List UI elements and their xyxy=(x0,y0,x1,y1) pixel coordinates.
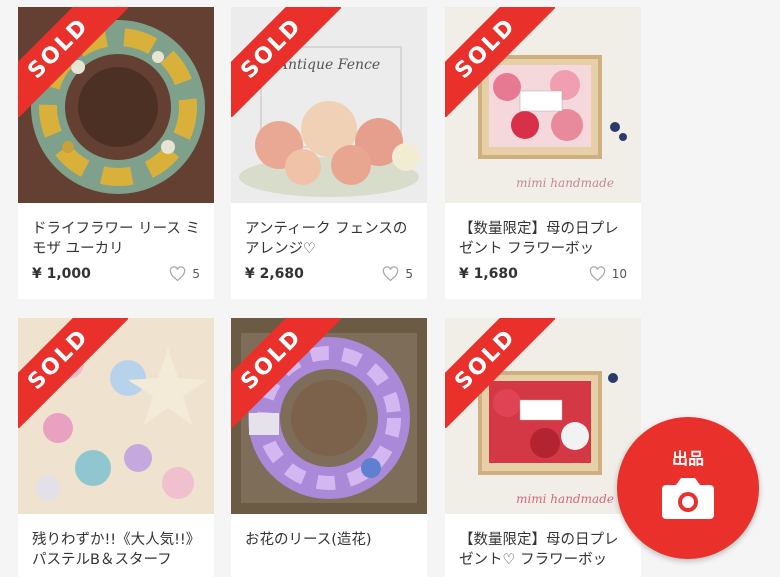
image-caption: mimi handmade xyxy=(516,176,614,190)
product-card[interactable]: SOLD ドライフラワー リース ミモザ ユーカリ ¥ 1,000 5 xyxy=(18,7,214,299)
product-card[interactable]: mimi handmade SOLD 【数量限定】母の日プレゼント♡ フラワーボ… xyxy=(445,318,641,577)
like-count[interactable]: 10 xyxy=(589,266,627,282)
product-image[interactable]: mimi handmade xyxy=(445,318,641,514)
product-image[interactable]: mimi handmade xyxy=(445,7,641,203)
like-count-value: 5 xyxy=(192,267,200,281)
product-price: ¥ 1,680 xyxy=(459,266,518,282)
image-caption: Antique Fence xyxy=(276,57,380,73)
product-image[interactable] xyxy=(231,318,427,514)
product-image[interactable]: Antique Fence xyxy=(231,7,427,203)
product-title[interactable]: お花のリース(造花) xyxy=(245,530,417,550)
product-title[interactable]: アンティーク フェンスのアレンジ♡ xyxy=(245,219,417,259)
product-title[interactable]: 残りわずか!!《大人気!!》パステルB＆スターフ xyxy=(32,530,204,570)
heart-icon[interactable] xyxy=(589,266,606,282)
sell-button-label: 出品 xyxy=(671,449,704,468)
product-image[interactable] xyxy=(18,318,214,514)
image-caption: mimi handmade xyxy=(516,492,614,506)
product-title[interactable]: ドライフラワー リース ミモザ ユーカリ xyxy=(32,219,204,259)
product-card[interactable]: mimi handmade SOLD 【数量限定】母の日プレゼント フラワーボッ… xyxy=(445,7,641,299)
product-price: ¥ 2,680 xyxy=(245,266,304,282)
product-price: ¥ 1,000 xyxy=(32,266,91,282)
like-count[interactable]: 5 xyxy=(169,266,200,282)
heart-icon[interactable] xyxy=(169,266,186,282)
product-card[interactable]: SOLD お花のリース(造花) xyxy=(231,318,427,577)
like-count-value: 10 xyxy=(611,267,627,281)
like-count[interactable]: 5 xyxy=(382,266,413,282)
product-image[interactable] xyxy=(18,7,214,203)
like-count-value: 5 xyxy=(405,267,413,281)
product-title[interactable]: 【数量限定】母の日プレゼント フラワーボッ xyxy=(459,219,631,259)
sell-button[interactable]: 出品 xyxy=(617,417,759,559)
heart-icon[interactable] xyxy=(382,266,399,282)
camera-icon xyxy=(662,478,714,519)
product-card[interactable]: SOLD 残りわずか!!《大人気!!》パステルB＆スターフ xyxy=(18,318,214,577)
product-card[interactable]: Antique Fence SOLD アンティーク フェンスのアレンジ♡ ¥ 2… xyxy=(231,7,427,299)
product-title[interactable]: 【数量限定】母の日プレゼント♡ フラワーボッ xyxy=(459,530,631,570)
